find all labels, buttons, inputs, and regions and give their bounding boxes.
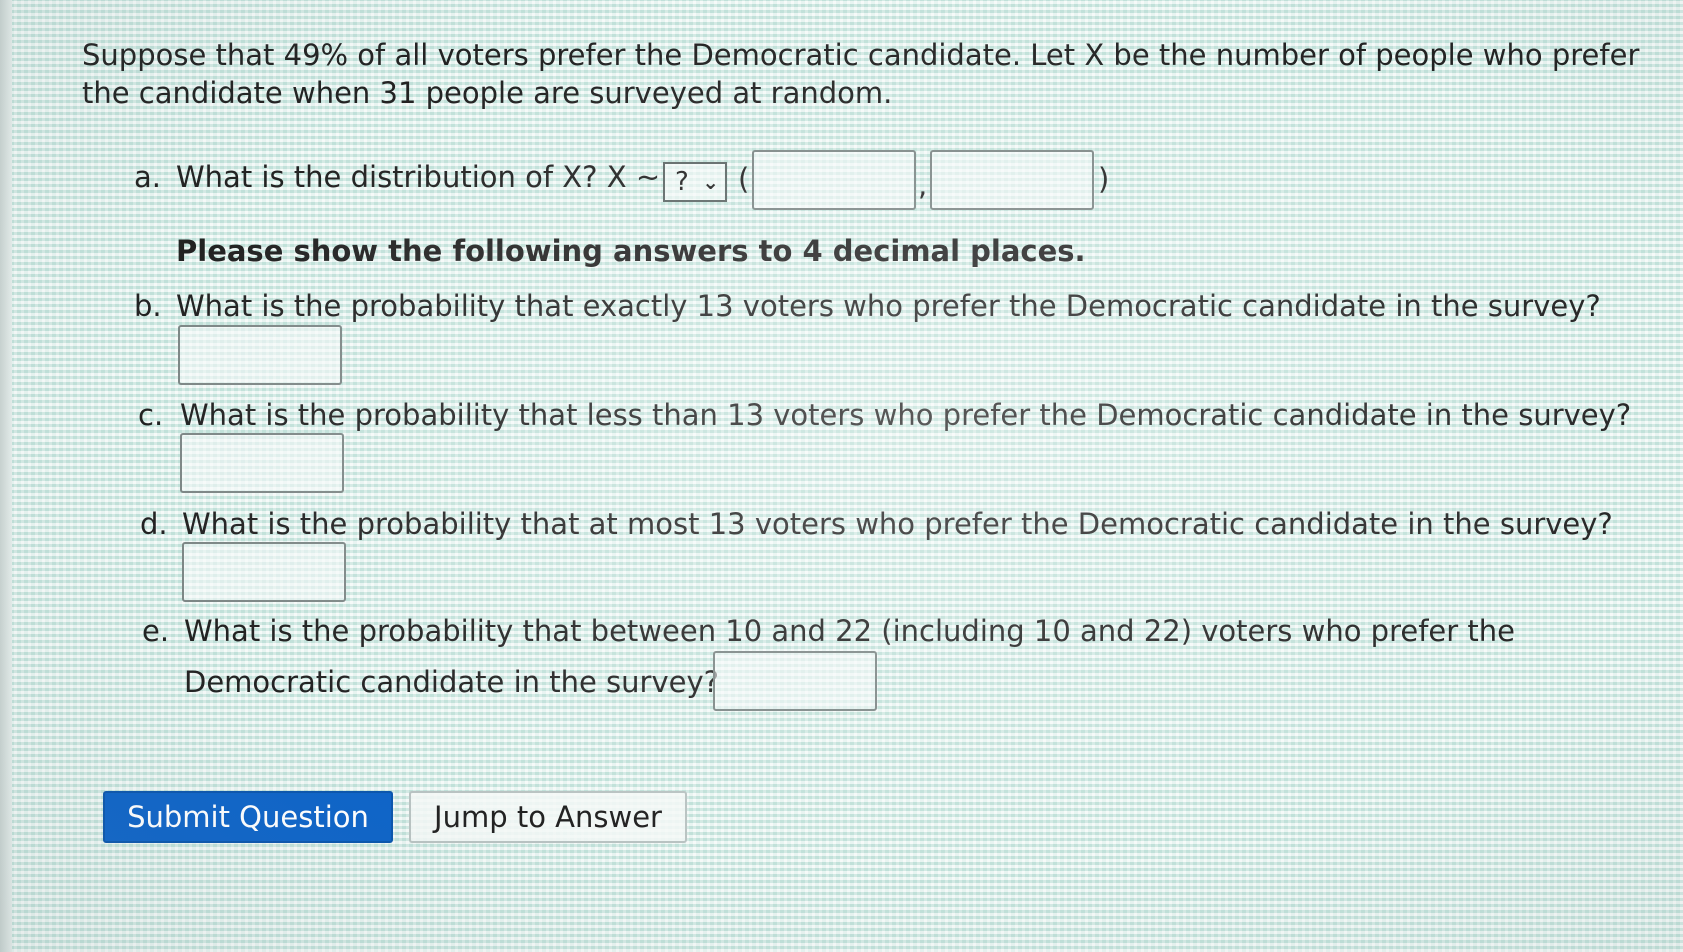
- photo-edge: [0, 0, 12, 952]
- distribution-select[interactable]: ? ⌄: [663, 162, 727, 202]
- param-n-input[interactable]: [752, 150, 916, 210]
- submit-question-button[interactable]: Submit Question: [103, 791, 393, 843]
- question-c-letter: c.: [138, 398, 164, 432]
- close-paren: ): [1098, 162, 1110, 196]
- question-b: b. What is the probability that exactly 1…: [134, 287, 1601, 325]
- question-a-letter: a.: [134, 160, 161, 194]
- jump-to-answer-button[interactable]: Jump to Answer: [409, 791, 687, 843]
- question-e-text-line1: What is the probability that between 10 …: [184, 614, 1515, 648]
- question-d-letter: d.: [140, 507, 168, 541]
- question-b-letter: b.: [134, 289, 162, 323]
- param-comma: ,: [918, 168, 928, 202]
- answer-d-input[interactable]: [182, 542, 346, 602]
- question-e: e. What is the probability that between 1…: [142, 612, 1515, 650]
- open-paren: (: [738, 162, 750, 196]
- question-b-text: What is the probability that exactly 13 …: [176, 289, 1601, 323]
- question-a-text: What is the distribution of X? X ~: [176, 160, 661, 194]
- question-c: c. What is the probability that less than…: [138, 396, 1631, 434]
- question-c-text: What is the probability that less than 1…: [180, 398, 1632, 432]
- decimal-note: Please show the following answers to 4 d…: [176, 234, 1086, 268]
- chevron-down-icon: ⌄: [702, 170, 719, 194]
- distribution-select-value: ?: [675, 167, 689, 197]
- question-e-text-line2: Democratic candidate in the survey?: [184, 665, 719, 699]
- answer-e-input[interactable]: [713, 651, 877, 711]
- question-e-letter: e.: [142, 614, 170, 648]
- answer-b-input[interactable]: [178, 325, 342, 385]
- question-a: a. What is the distribution of X? X ~: [134, 158, 660, 196]
- question-e-line2: Democratic candidate in the survey?: [184, 663, 719, 701]
- question-d-text: What is the probability that at most 13 …: [182, 507, 1613, 541]
- question-intro: Suppose that 49% of all voters prefer th…: [82, 38, 1640, 110]
- param-p-input[interactable]: [930, 150, 1094, 210]
- question-d: d. What is the probability that at most 1…: [140, 505, 1613, 543]
- answer-c-input[interactable]: [180, 433, 344, 493]
